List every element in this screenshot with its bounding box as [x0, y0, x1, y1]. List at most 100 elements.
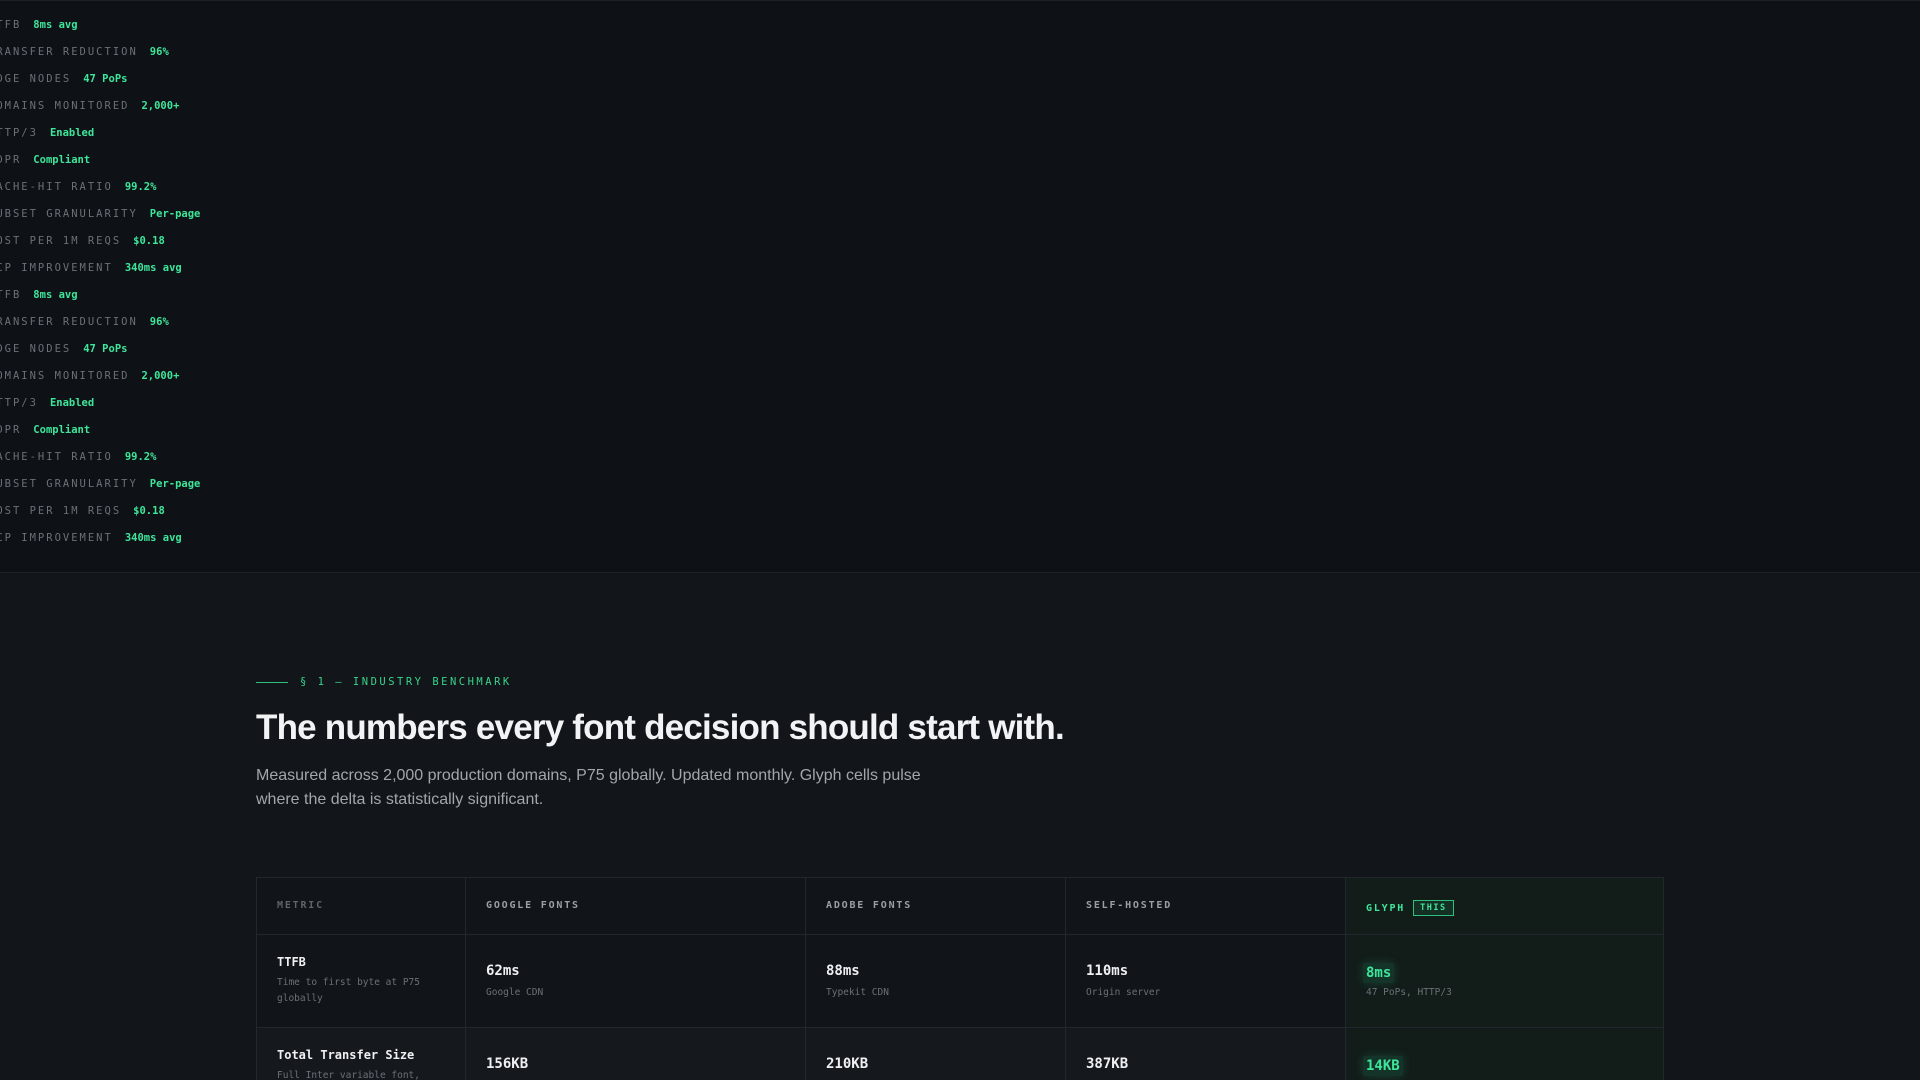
ticker-label: COST PER 1M REQS	[0, 235, 122, 247]
ticker-item: SUBSET GRANULARITY Per-page	[0, 477, 200, 491]
ticker-label: SUBSET GRANULARITY	[0, 478, 138, 490]
ticker-label: CACHE-HIT RATIO	[0, 451, 113, 463]
ticker-item: EDGE NODES 47 PoPs	[0, 72, 127, 86]
ticker-value: 340ms avg	[124, 262, 182, 274]
adobe-value: 88ms	[826, 963, 860, 979]
eyebrow-line	[256, 681, 288, 683]
benchmark-table: METRIC GOOGLE FONTS ADOBE FONTS SELF-HOS…	[256, 877, 1664, 1080]
ticker-label: HTTP/3	[0, 127, 38, 139]
ticker-value: 99.2%	[124, 181, 157, 193]
ticker-item: TTFB 8ms avg	[0, 288, 78, 302]
ticker-value: 8ms avg	[33, 289, 78, 301]
self-hosted-value: 110ms	[1086, 963, 1129, 979]
google-cell: 62ms Google CDN	[466, 935, 806, 1027]
ticker-label: SUBSET GRANULARITY	[0, 208, 138, 220]
google-cell: 156KB	[466, 1028, 806, 1080]
ticker-label: LCP IMPROVEMENT	[0, 532, 113, 544]
ticker-value: 340ms avg	[124, 532, 182, 544]
ticker-item: HTTP/3 Enabled	[0, 126, 94, 140]
table-header-row: METRIC GOOGLE FONTS ADOBE FONTS SELF-HOS…	[257, 878, 1663, 935]
ticker-label: GDPR	[0, 154, 22, 166]
ticker-value: Compliant	[33, 154, 91, 166]
ticker-value: Enabled	[49, 127, 95, 139]
ticker-label: EDGE NODES	[0, 343, 72, 355]
metric-cell: Total Transfer Size Full Inter variable …	[257, 1028, 466, 1080]
section-subtitle: Measured across 2,000 production domains…	[256, 767, 921, 808]
ticker-item: DOMAINS MONITORED 2,000+	[0, 369, 179, 383]
adobe-sub: Typekit CDN	[826, 987, 889, 998]
ticker-value: 96%	[149, 46, 169, 58]
ticker-label: TRANSFER REDUCTION	[0, 316, 138, 328]
ticker-value: 47 PoPs	[83, 343, 128, 355]
google-value: 156KB	[486, 1056, 529, 1072]
table-row: TTFB Time to first byte at P75 globally …	[257, 935, 1663, 1028]
ticker-value: Compliant	[33, 424, 91, 436]
header-cell-self-hosted: SELF-HOSTED	[1066, 878, 1346, 934]
self-hosted-sub: Origin server	[1086, 987, 1161, 998]
ticker-value: 47 PoPs	[83, 73, 128, 85]
section-eyebrow: § 1 — INDUSTRY BENCHMARK	[256, 676, 512, 688]
eyebrow-text: § 1 — INDUSTRY BENCHMARK	[300, 676, 512, 688]
stats-ticker: TTFB 8ms avg TRANSFER REDUCTION 96% EDGE N…	[0, 0, 1920, 573]
adobe-value: 210KB	[826, 1056, 869, 1072]
this-badge: THIS	[1413, 900, 1454, 916]
self-hosted-cell: 387KB	[1066, 1028, 1346, 1080]
ticker-item: TTFB 8ms avg	[0, 18, 78, 32]
self-hosted-cell: 110ms Origin server	[1066, 935, 1346, 1027]
header-metric: METRIC	[277, 900, 324, 911]
ticker-label: TTFB	[0, 19, 22, 31]
ticker-value: 2,000+	[141, 370, 180, 382]
glyph-value: 8ms	[1363, 963, 1395, 983]
metric-name: TTFB	[277, 955, 306, 969]
ticker-value: $0.18	[133, 505, 165, 517]
ticker-item: HTTP/3 Enabled	[0, 396, 94, 410]
header-google-fonts: GOOGLE FONTS	[486, 900, 580, 911]
ticker-item: GDPR Compliant	[0, 423, 90, 437]
ticker-item: TRANSFER REDUCTION 96%	[0, 45, 169, 59]
ticker-label: TRANSFER REDUCTION	[0, 46, 138, 58]
header-self-hosted: SELF-HOSTED	[1086, 900, 1173, 911]
adobe-cell: 210KB	[806, 1028, 1066, 1080]
ticker-item: TRANSFER REDUCTION 96%	[0, 315, 169, 329]
ticker-value: 96%	[149, 316, 169, 328]
metric-name: Total Transfer Size	[277, 1048, 415, 1062]
ticker-label: COST PER 1M REQS	[0, 505, 122, 517]
ticker-label: GDPR	[0, 424, 22, 436]
header-cell-adobe: ADOBE FONTS	[806, 878, 1066, 934]
header-adobe-fonts: ADOBE FONTS	[826, 900, 913, 911]
ticker-item: LCP IMPROVEMENT 340ms avg	[0, 531, 182, 545]
header-glyph-wrap: GLYPH THIS	[1366, 900, 1454, 916]
section-title: The numbers every font decision should s…	[256, 708, 1065, 747]
ticker-value: Enabled	[49, 397, 95, 409]
ticker-value: 99.2%	[124, 451, 157, 463]
glyph-value: 14KB	[1363, 1056, 1403, 1076]
header-cell-glyph: GLYPH THIS	[1346, 878, 1663, 934]
google-sub: Google CDN	[486, 987, 544, 998]
self-hosted-value: 387KB	[1086, 1056, 1129, 1072]
ticker-label: DOMAINS MONITORED	[0, 100, 130, 112]
ticker-item: CACHE-HIT RATIO 99.2%	[0, 450, 156, 464]
ticker-item: COST PER 1M REQS $0.18	[0, 234, 165, 248]
ticker-label: LCP IMPROVEMENT	[0, 262, 113, 274]
glyph-cell: 8ms 47 PoPs, HTTP/3	[1346, 935, 1663, 1027]
metric-description: Time to first byte at P75 globally	[277, 977, 420, 1004]
ticker-item: GDPR Compliant	[0, 153, 90, 167]
ticker-label: DOMAINS MONITORED	[0, 370, 130, 382]
metric-description: Full Inter variable font,	[277, 1070, 420, 1080]
ticker-label: HTTP/3	[0, 397, 38, 409]
table-row: Total Transfer Size Full Inter variable …	[257, 1028, 1663, 1080]
ticker-item: SUBSET GRANULARITY Per-page	[0, 207, 200, 221]
ticker-value: 8ms avg	[33, 19, 78, 31]
ticker-item: DOMAINS MONITORED 2,000+	[0, 99, 179, 113]
ticker-label: EDGE NODES	[0, 73, 72, 85]
ticker-label: TTFB	[0, 289, 22, 301]
benchmark-section: § 1 — INDUSTRY BENCHMARK The numbers eve…	[0, 573, 1920, 1080]
ticker-item: COST PER 1M REQS $0.18	[0, 504, 165, 518]
ticker-item: CACHE-HIT RATIO 99.2%	[0, 180, 156, 194]
metric-cell: TTFB Time to first byte at P75 globally	[257, 935, 466, 1027]
ticker-item: LCP IMPROVEMENT 340ms avg	[0, 261, 182, 275]
ticker-item: EDGE NODES 47 PoPs	[0, 342, 127, 356]
header-cell-metric: METRIC	[257, 878, 466, 934]
adobe-cell: 88ms Typekit CDN	[806, 935, 1066, 1027]
header-cell-google: GOOGLE FONTS	[466, 878, 806, 934]
